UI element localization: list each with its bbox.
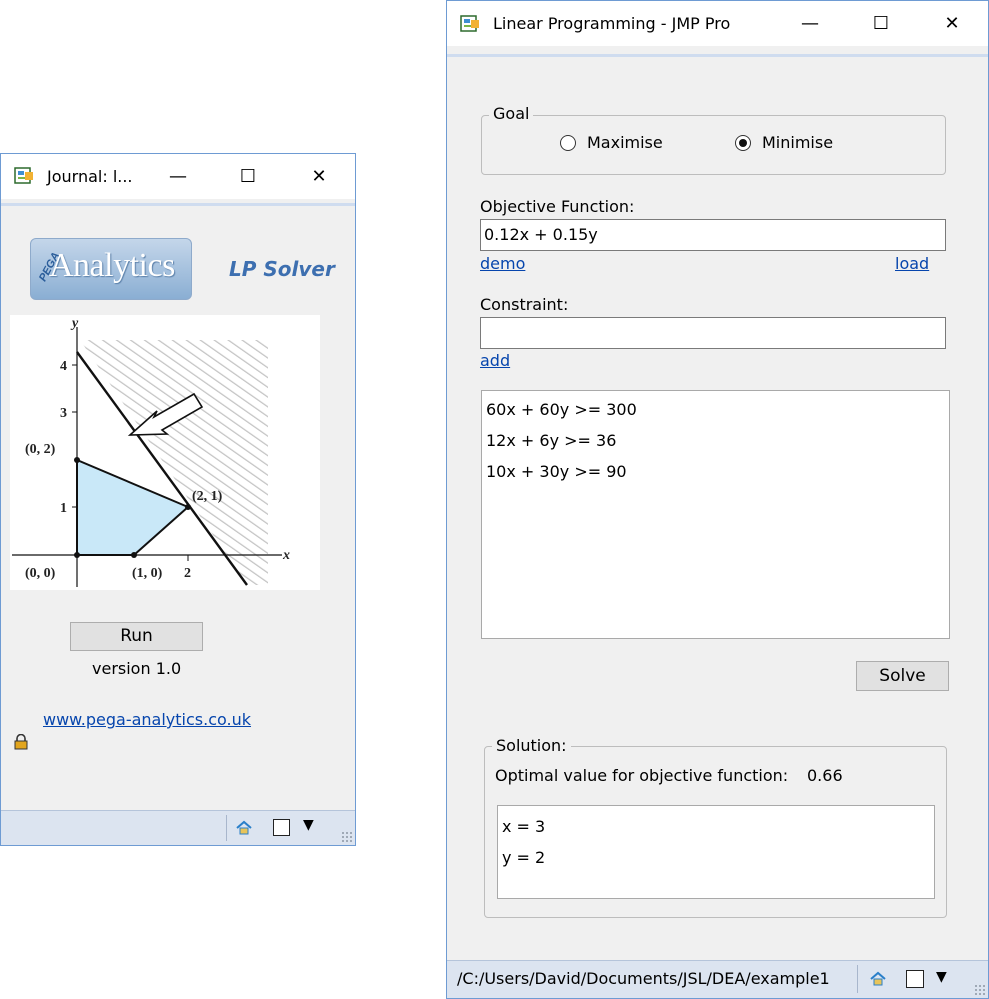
maximise-label[interactable]: Maximise xyxy=(587,133,663,152)
y-tick-label: 3 xyxy=(60,406,67,421)
dropdown-icon[interactable]: ▼ xyxy=(936,969,947,985)
dropdown-icon[interactable]: ▼ xyxy=(303,817,314,833)
resize-grip-icon[interactable] xyxy=(974,984,986,996)
solution-label: Solution: xyxy=(492,736,571,755)
optimal-text: Optimal value for objective function: xyxy=(495,766,789,785)
point-label: (0, 0) xyxy=(25,566,56,581)
list-item[interactable]: 10x + 30y >= 90 xyxy=(482,456,949,487)
objective-label: Objective Function: xyxy=(480,197,635,216)
close-button[interactable]: ✕ xyxy=(296,154,342,199)
result-line: x = 3 xyxy=(502,817,546,836)
status-path: /C:/Users/David/Documents/JSL/DEA/exampl… xyxy=(457,969,830,988)
window-icon[interactable] xyxy=(906,970,924,988)
objective-input[interactable]: 0.12x + 0.15y xyxy=(480,219,946,251)
home-icon[interactable] xyxy=(236,820,252,836)
statusbar-divider xyxy=(226,815,227,841)
journal-titlebar[interactable]: Journal: l... — ☐ ✕ xyxy=(1,154,355,199)
app-icon xyxy=(460,15,479,32)
website-link[interactable]: www.pega-analytics.co.uk xyxy=(43,710,251,729)
home-icon[interactable] xyxy=(870,971,886,987)
x-tick-label: 2 xyxy=(184,566,191,581)
load-link[interactable]: load xyxy=(895,254,929,273)
constraint-label: Constraint: xyxy=(480,295,569,314)
y-tick-label: 4 xyxy=(60,359,67,374)
maximize-button[interactable]: ☐ xyxy=(858,1,904,46)
minimize-button[interactable]: — xyxy=(787,1,833,46)
maximise-radio[interactable] xyxy=(560,135,576,151)
y-axis-label: y xyxy=(70,316,79,331)
lp-window-title: Linear Programming - JMP Pro xyxy=(493,14,731,33)
journal-statusbar: ▼ xyxy=(1,810,355,845)
app-title: LP Solver xyxy=(229,257,335,281)
optimal-value: 0.66 xyxy=(807,766,843,785)
point-label: (1, 0) xyxy=(132,566,163,581)
version-label: version 1.0 xyxy=(92,659,182,678)
point-label: (2, 1) xyxy=(192,489,223,504)
minimise-label[interactable]: Minimise xyxy=(762,133,833,152)
close-button[interactable]: ✕ xyxy=(929,1,975,46)
minimise-radio[interactable] xyxy=(735,135,751,151)
constraint-input[interactable] xyxy=(480,317,946,349)
goal-group xyxy=(481,115,946,175)
result-line: y = 2 xyxy=(502,848,546,867)
list-item[interactable]: 12x + 6y >= 36 xyxy=(482,425,949,456)
maximize-button[interactable]: ☐ xyxy=(225,154,271,199)
objective-value: 0.12x + 0.15y xyxy=(484,225,598,244)
lp-window: Linear Programming - JMP Pro — ☐ ✕ Goal … xyxy=(446,0,989,999)
minimize-button[interactable]: — xyxy=(155,154,201,199)
lp-titlebar[interactable]: Linear Programming - JMP Pro — ☐ ✕ xyxy=(447,1,988,46)
window-icon[interactable] xyxy=(273,819,290,836)
journal-window-title: Journal: l... xyxy=(47,167,133,186)
x-axis-label: x xyxy=(282,548,290,563)
journal-window: Journal: l... — ☐ ✕ PEGA Analytics LP So… xyxy=(0,153,356,846)
pega-analytics-logo: PEGA Analytics xyxy=(30,238,192,300)
constraints-list[interactable]: 60x + 60y >= 300 12x + 6y >= 36 10x + 30… xyxy=(481,390,950,639)
logo-text: Analytics xyxy=(49,247,175,284)
goal-label: Goal xyxy=(489,104,534,123)
app-icon xyxy=(14,167,33,184)
demo-link[interactable]: demo xyxy=(480,254,525,273)
title-separator xyxy=(1,203,355,206)
solve-button[interactable]: Solve xyxy=(856,661,949,691)
feasible-region xyxy=(76,458,190,556)
lp-feasible-region-graph: y x 1 3 4 2 (0, 2) (2, 1) (0, 0) (1, 0) xyxy=(10,315,320,590)
run-button[interactable]: Run xyxy=(70,622,203,651)
lock-icon xyxy=(14,734,28,750)
results-box[interactable]: x = 3 y = 2 xyxy=(497,805,935,899)
point-label: (0, 2) xyxy=(25,442,56,457)
lp-statusbar: /C:/Users/David/Documents/JSL/DEA/exampl… xyxy=(447,960,988,998)
add-link[interactable]: add xyxy=(480,351,510,370)
statusbar-divider xyxy=(857,965,858,993)
y-tick-label: 1 xyxy=(60,501,67,516)
title-separator xyxy=(447,54,988,57)
list-item[interactable]: 60x + 60y >= 300 xyxy=(482,394,949,425)
resize-grip-icon[interactable] xyxy=(341,831,353,843)
